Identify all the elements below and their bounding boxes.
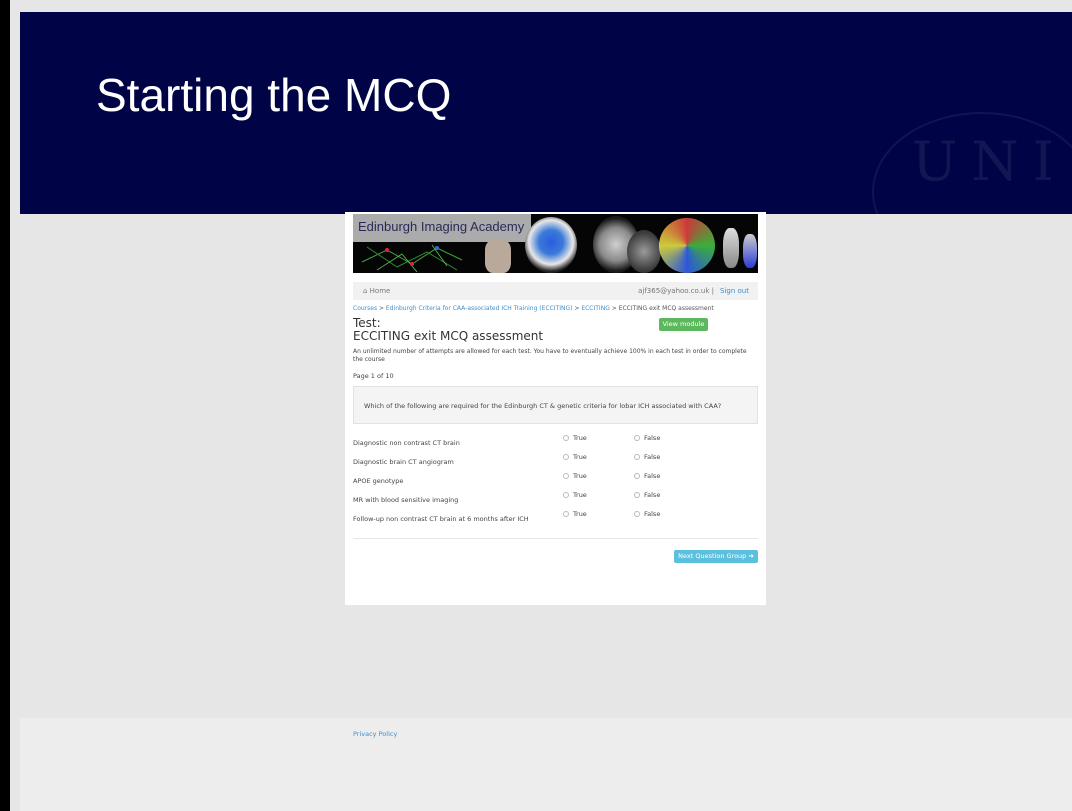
attempts-notice: An unlimited number of attempts are allo…	[353, 348, 747, 363]
answer-row: APOE genotype True False	[353, 470, 758, 489]
answer-row: Diagnostic brain CT angiogram True False	[353, 451, 758, 470]
mouse-scan-image	[723, 228, 739, 268]
breadcrumb-current: ECCITING exit MCQ assessment	[618, 305, 714, 312]
false-option[interactable]: False	[634, 472, 660, 480]
answer-label: Diagnostic brain CT angiogram	[353, 458, 454, 466]
radio-button[interactable]	[563, 511, 569, 517]
test-title: ECCITING exit MCQ assessment	[353, 329, 544, 343]
radio-button[interactable]	[563, 492, 569, 498]
radio-button[interactable]	[634, 454, 640, 460]
false-option[interactable]: False	[634, 491, 660, 499]
divider	[353, 538, 758, 539]
radio-button[interactable]	[634, 435, 640, 441]
true-option[interactable]: True	[563, 472, 587, 480]
answer-label: MR with blood sensitive imaging	[353, 496, 459, 504]
answer-label: Diagnostic non contrast CT brain	[353, 439, 460, 447]
site-banner: Edinburgh Imaging Academy	[353, 214, 758, 273]
radio-button[interactable]	[634, 473, 640, 479]
true-option[interactable]: True	[563, 510, 587, 518]
breadcrumb: Courses > Edinburgh Criteria for CAA-ass…	[353, 305, 714, 312]
false-option[interactable]: False	[634, 510, 660, 518]
false-option[interactable]: False	[634, 434, 660, 442]
true-option[interactable]: True	[563, 434, 587, 442]
question-panel: Which of the following are required for …	[353, 386, 758, 424]
radio-button[interactable]	[563, 435, 569, 441]
site-name: Edinburgh Imaging Academy	[358, 219, 525, 234]
breadcrumb-course[interactable]: Edinburgh Criteria for CAA-associated IC…	[386, 305, 573, 312]
page-indicator: Page 1 of 10	[353, 372, 394, 380]
answer-list: Diagnostic non contrast CT brain True Fa…	[353, 432, 758, 527]
true-option[interactable]: True	[563, 453, 587, 461]
home-label: Home	[369, 287, 391, 295]
radio-button[interactable]	[634, 492, 640, 498]
answer-label: APOE genotype	[353, 477, 404, 485]
next-question-group-button[interactable]: Next Question Group ➜	[674, 550, 758, 563]
answer-label: Follow-up non contrast CT brain at 6 mon…	[353, 515, 529, 523]
privacy-policy-link[interactable]: Privacy Policy	[353, 730, 397, 738]
true-option[interactable]: True	[563, 491, 587, 499]
tractography-image	[659, 218, 715, 273]
test-label: Test:	[353, 316, 381, 330]
mouse-scan-image-2	[743, 234, 757, 268]
breadcrumb-module[interactable]: ECCITING	[581, 305, 610, 312]
sign-out-link[interactable]: Sign out	[720, 287, 749, 295]
sagittal-mri-image	[627, 230, 661, 273]
web-page-screenshot: Edinburgh Imaging Academy ⌂ Home ajf365@…	[345, 212, 766, 605]
answer-row: Diagnostic non contrast CT brain True Fa…	[353, 432, 758, 451]
arrow-right-icon: ➜	[748, 552, 754, 560]
radio-button[interactable]	[563, 454, 569, 460]
slide-title: Starting the MCQ	[96, 69, 452, 121]
breadcrumb-courses[interactable]: Courses	[353, 305, 377, 312]
user-email: ajf365@yahoo.co.uk |	[638, 287, 714, 295]
top-navbar: ⌂ Home ajf365@yahoo.co.uk | Sign out	[353, 282, 758, 300]
slide: UNI Starting the MCQ Edinburgh Imaging A…	[0, 0, 1072, 811]
page-footer: Privacy Policy	[20, 718, 1072, 811]
view-module-button[interactable]: View module	[659, 318, 708, 331]
slide-title-bar: UNI Starting the MCQ	[20, 12, 1072, 214]
answer-row: MR with blood sensitive imaging True Fal…	[353, 489, 758, 508]
neuron-image	[361, 244, 463, 273]
false-option[interactable]: False	[634, 453, 660, 461]
radio-button[interactable]	[634, 511, 640, 517]
question-text: Which of the following are required for …	[364, 402, 722, 410]
radio-button[interactable]	[563, 473, 569, 479]
answer-row: Follow-up non contrast CT brain at 6 mon…	[353, 508, 758, 527]
home-link[interactable]: ⌂ Home	[363, 287, 390, 295]
spine-image	[485, 240, 511, 273]
watermark-letters: UNI	[911, 130, 1068, 193]
brain-scan-image	[525, 217, 577, 273]
